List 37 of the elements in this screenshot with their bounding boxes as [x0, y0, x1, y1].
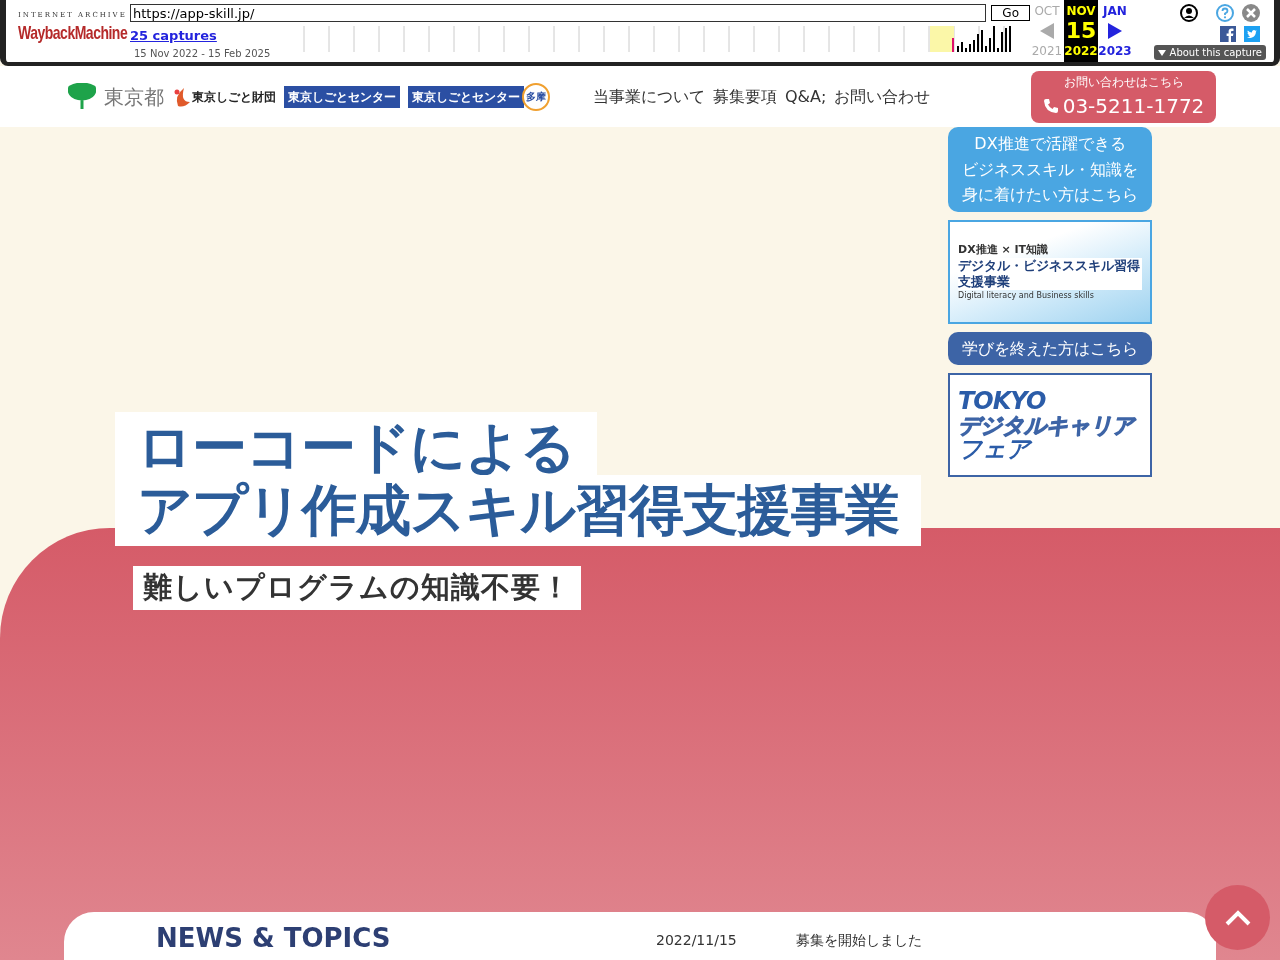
- nav-link[interactable]: Q&A;: [785, 84, 827, 109]
- tama-badge: 多摩: [522, 82, 550, 111]
- nav-link[interactable]: 当事業について: [593, 84, 705, 109]
- career-fair-banner[interactable]: TOKYO デジタルキャリア フェア: [948, 373, 1152, 478]
- tama-center-logo-text: 東京しごとセンター: [408, 85, 524, 108]
- next-arrow-icon[interactable]: [1108, 23, 1122, 39]
- news-link[interactable]: 募集を開始しました: [796, 930, 922, 948]
- hero-subtitle: 難しいプログラムの知識不要！: [133, 566, 581, 610]
- facebook-icon[interactable]: [1220, 26, 1236, 42]
- current-day: 15: [1065, 20, 1097, 42]
- wayback-logo[interactable]: WaybackMachine: [18, 19, 128, 47]
- captures-link[interactable]: 25 captures: [130, 26, 280, 46]
- about-capture-button[interactable]: About this capture: [1153, 45, 1266, 60]
- next-month[interactable]: JAN: [1103, 2, 1127, 20]
- tokyo-logo-text: 東京都: [104, 83, 164, 111]
- side-link-button[interactable]: 学びを終えた方はこちら: [948, 331, 1152, 366]
- nav-link[interactable]: 募集要項: [713, 84, 777, 109]
- center-logo-text: 東京しごとセンター: [284, 85, 400, 108]
- foundation-logo-text: 東京しごと財団: [192, 88, 276, 106]
- phone-icon: [1042, 97, 1059, 114]
- close-icon[interactable]: [1242, 4, 1260, 22]
- current-year: 2022: [1064, 43, 1098, 60]
- twitter-icon[interactable]: [1244, 26, 1260, 42]
- prev-arrow-icon[interactable]: [1040, 23, 1054, 39]
- news-date: 2022/11/15: [656, 931, 738, 948]
- user-icon[interactable]: [1180, 4, 1198, 22]
- capture-range: 15 Nov 2022 - 15 Feb 2025: [134, 46, 272, 61]
- dx-skills-banner[interactable]: DX推進 × IT知識 デジタル・ビジネススキル習得支援事業 Digital literacy and Business skills: [948, 219, 1152, 324]
- go-button[interactable]: Go: [991, 5, 1030, 21]
- next-year[interactable]: 2023: [1098, 42, 1132, 60]
- caret-icon: [1157, 49, 1166, 56]
- current-month: NOV: [1066, 3, 1096, 20]
- contact-button[interactable]: お問い合わせはこちら 03-5211-1772: [1031, 70, 1216, 123]
- url-field[interactable]: https://app-skill.jp/: [130, 4, 987, 22]
- chevron-up-icon: [1224, 909, 1251, 926]
- news-heading: NEWS & TOPICS: [156, 924, 392, 955]
- nav-link[interactable]: お問い合わせ: [834, 84, 931, 109]
